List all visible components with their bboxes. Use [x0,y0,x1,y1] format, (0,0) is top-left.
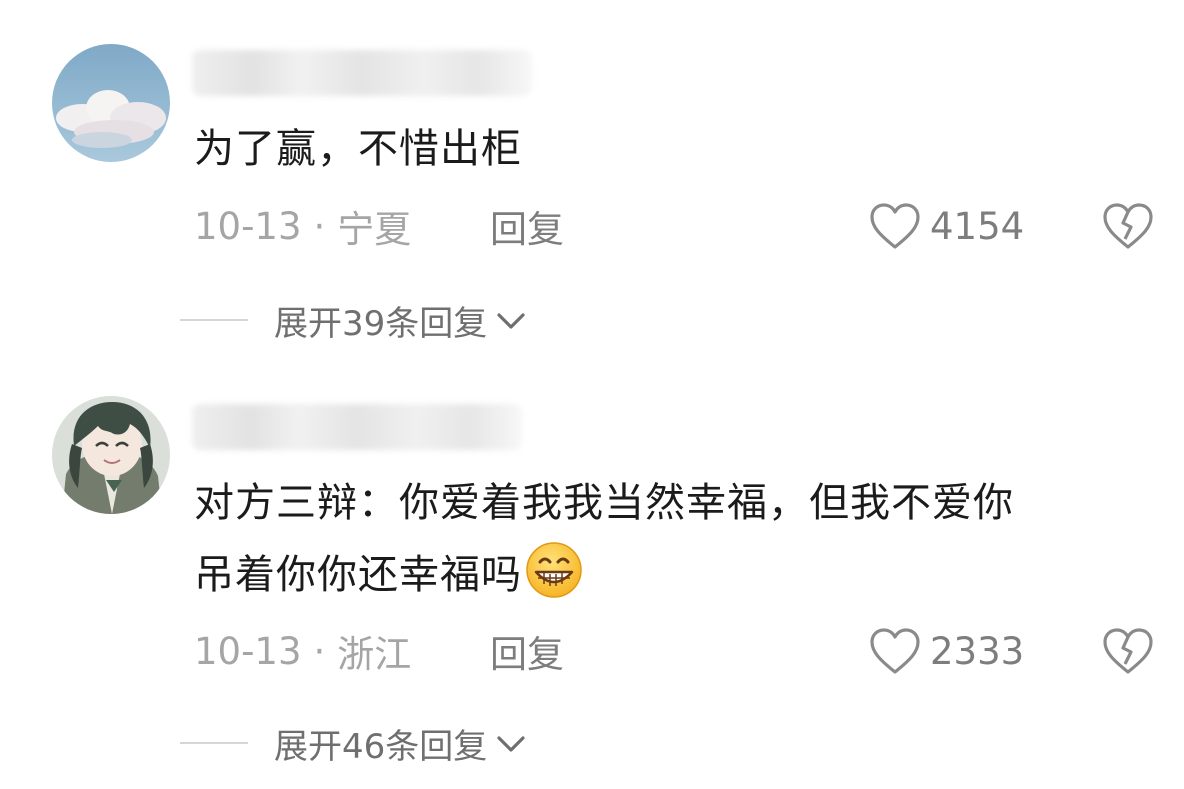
dislike-button[interactable] [1100,626,1156,676]
expand-replies-label: 展开46条回复 [274,726,488,767]
broken-heart-icon [1103,203,1153,249]
comment-date: 10-13 [194,629,302,673]
avatar[interactable] [52,44,170,162]
comment-text-line-2-text: 吊着你你还幸福吗 [194,552,522,598]
username-blurred[interactable] [192,50,532,96]
like-count: 2333 [930,629,1025,673]
like-button[interactable]: 2333 [868,626,1024,676]
comment-text: 对方三辩：你爱着我我当然幸福，但我不爱你 吊着你你还幸福吗 [194,470,1014,608]
meta-separator: · [313,204,326,248]
comment-text-line-2: 吊着你你还幸福吗 [194,540,1014,608]
comment-meta: 10-13 · 浙江 回复 [194,626,564,677]
chevron-down-icon [497,313,525,329]
avatar[interactable] [52,396,170,514]
divider-line [180,742,248,744]
like-button[interactable]: 4154 [868,201,1024,251]
comment-location: 宁夏 [337,208,412,251]
sky-cloud-avatar [52,44,170,162]
comment-location: 浙江 [337,633,412,676]
chevron-down-icon [497,736,525,752]
anime-character-avatar [52,396,170,514]
broken-heart-icon [1103,628,1153,674]
divider-line [180,319,248,321]
like-count: 4154 [930,204,1025,248]
heart-icon [870,203,920,249]
comment-text: 为了赢，不惜出柜 [194,116,522,182]
dislike-button[interactable] [1100,201,1156,251]
reply-button[interactable]: 回复 [490,199,564,253]
meta-separator: · [313,629,326,673]
comment-meta: 10-13 · 宁夏 回复 [194,201,564,252]
comment-date: 10-13 [194,204,302,248]
username-blurred[interactable] [192,404,522,450]
comment-text-line: 对方三辩：你爱着我我当然幸福，但我不爱你 [194,480,1014,526]
reply-button[interactable]: 回复 [490,624,564,678]
heart-icon [870,628,920,674]
expand-replies-label: 展开39条回复 [274,303,488,344]
grinning-face-emoji [526,542,582,598]
comment-text-line: 为了赢，不惜出柜 [194,126,522,172]
expand-replies-button[interactable]: 展开46条回复 [180,718,529,768]
expand-replies-button[interactable]: 展开39条回复 [180,295,529,345]
